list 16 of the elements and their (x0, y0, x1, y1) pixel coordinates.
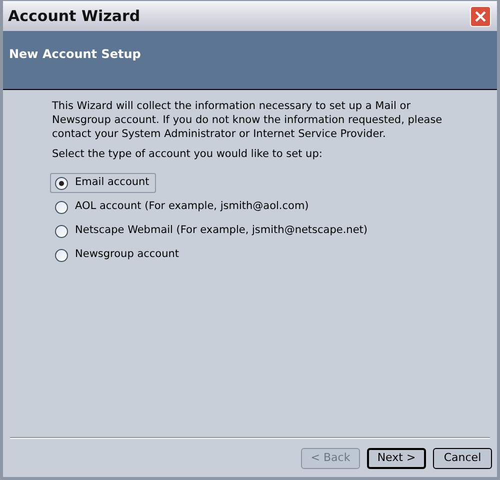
intro-text: This Wizard will collect the information necessary to set up a Mail or Newsgroup account. If you do not know the information requested, please contact your System Administrator or Internet Service Provider. (52, 99, 444, 141)
dialog-button[interactable]: Cancel (433, 448, 492, 468)
radio-option[interactable]: Netscape Webmail (For example, jsmith@netscape.net) (50, 221, 375, 241)
prompt-text: Select the type of account you would like to set up: (52, 147, 324, 161)
close-button[interactable] (470, 6, 491, 26)
radio-option[interactable]: AOL account (For example, jsmith@aol.com) (50, 197, 316, 217)
radio-option[interactable]: Newsgroup account (50, 245, 186, 265)
dialog-button[interactable]: Next > (367, 448, 426, 468)
radio-button[interactable] (55, 248, 68, 262)
radio-button[interactable] (55, 176, 68, 190)
header-title: New Account Setup (9, 47, 141, 61)
close-icon (475, 10, 486, 22)
radio-option[interactable]: Email account (50, 173, 156, 193)
radio-button[interactable] (55, 200, 68, 214)
radio-button[interactable] (55, 224, 68, 238)
window-title: Account Wizard (8, 6, 140, 27)
